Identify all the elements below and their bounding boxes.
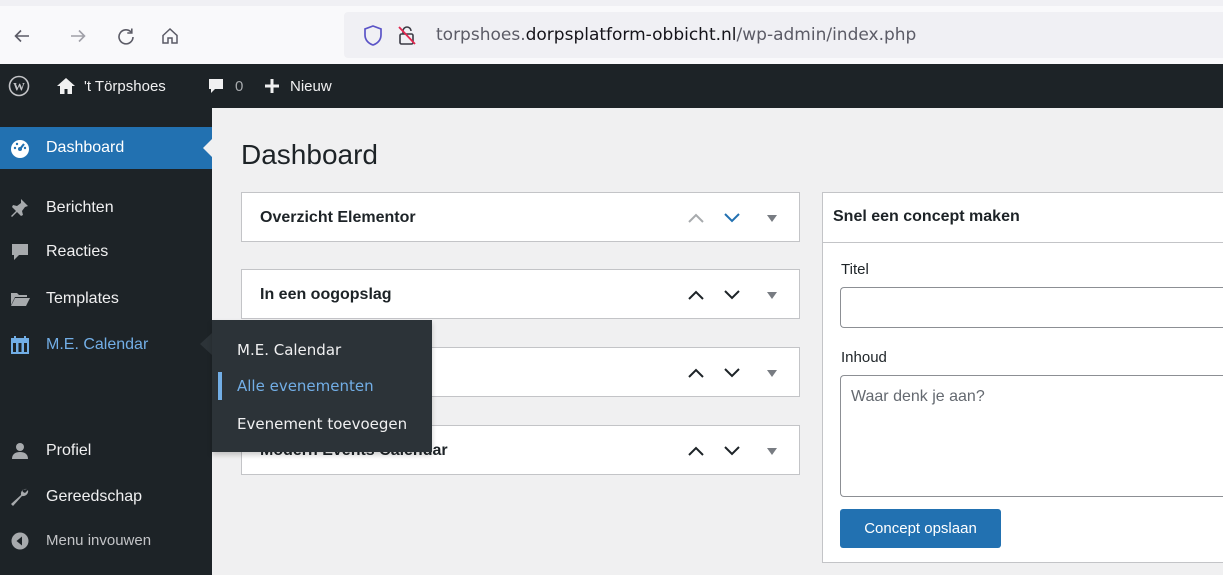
- menu-label: Berichten: [46, 199, 114, 216]
- collapse-menu-button[interactable]: Menu invouwen: [0, 520, 212, 562]
- submenu-item-evenement-toevoegen[interactable]: Evenement toevoegen: [212, 406, 432, 442]
- move-up-icon[interactable]: [685, 207, 707, 229]
- browser-toolbar: torpshoes.dorpsplatform-obbicht.nl/wp-ad…: [0, 0, 1223, 64]
- menu-item-me-calendar[interactable]: M.E. Calendar: [0, 324, 212, 366]
- submenu-item-me-calendar[interactable]: M.E. Calendar: [212, 332, 432, 368]
- draft-content-textarea[interactable]: Waar denk je aan?: [840, 375, 1223, 497]
- comments-link[interactable]: 0: [207, 64, 243, 108]
- draft-title-input[interactable]: [840, 287, 1223, 328]
- back-arrow-icon[interactable]: [8, 22, 36, 50]
- content-placeholder: Waar denk je aan?: [851, 388, 985, 405]
- flyout-pointer: [200, 333, 212, 355]
- pin-icon: [9, 198, 31, 218]
- wrench-icon: [9, 487, 31, 507]
- url-prefix: torpshoes.: [436, 25, 526, 45]
- user-icon: [9, 441, 31, 461]
- wordpress-logo-icon[interactable]: W: [8, 64, 30, 108]
- home-icon[interactable]: [156, 22, 184, 50]
- plus-icon: [265, 79, 279, 93]
- comment-icon: [9, 242, 31, 262]
- folder-icon: [9, 289, 31, 309]
- move-down-icon[interactable]: [721, 207, 743, 229]
- move-down-icon[interactable]: [721, 440, 743, 462]
- move-down-icon[interactable]: [721, 284, 743, 306]
- new-label: Nieuw: [290, 77, 332, 95]
- widget-title: Overzicht Elementor: [260, 209, 416, 226]
- site-name: 't Törpshoes: [84, 77, 166, 95]
- content-label: Inhoud: [841, 349, 887, 366]
- move-up-icon[interactable]: [685, 362, 707, 384]
- dashboard-icon: [9, 138, 31, 158]
- forward-arrow-icon[interactable]: [64, 22, 92, 50]
- shield-icon[interactable]: [362, 24, 384, 46]
- title-label: Titel: [841, 261, 869, 278]
- submenu-item-alle-evenementen[interactable]: Alle evenementen: [212, 368, 432, 404]
- url-text[interactable]: torpshoes.dorpsplatform-obbicht.nl/wp-ad…: [436, 24, 916, 46]
- menu-item-dashboard[interactable]: Dashboard: [0, 127, 212, 169]
- save-draft-button[interactable]: Concept opslaan: [840, 509, 1001, 548]
- menu-label: Profiel: [46, 442, 92, 459]
- menu-label: Reacties: [46, 243, 109, 260]
- menu-label: Menu invouwen: [46, 532, 152, 549]
- menu-label: Dashboard: [46, 139, 125, 156]
- comment-bubble-icon: [209, 79, 223, 93]
- site-name-link[interactable]: 't Törpshoes: [56, 64, 166, 108]
- calendar-icon: [9, 335, 31, 355]
- address-bar[interactable]: torpshoes.dorpsplatform-obbicht.nl/wp-ad…: [344, 12, 1223, 58]
- me-calendar-submenu: M.E. Calendar Alle evenementen Evenement…: [212, 320, 432, 452]
- menu-label: Gereedschap: [46, 488, 143, 505]
- comments-count: 0: [235, 77, 244, 95]
- insecure-lock-icon[interactable]: [396, 24, 418, 46]
- widget-title: In een oogopslag: [260, 286, 392, 303]
- svg-text:W: W: [13, 80, 25, 94]
- url-path: /wp-admin/index.php: [736, 25, 917, 45]
- url-domain: dorpsplatform-obbicht.nl: [525, 25, 737, 45]
- widget-in-een-oogopslag: In een oogopslag: [241, 269, 800, 319]
- quick-draft-header: Snel een concept maken: [823, 193, 1223, 243]
- widget-overzicht-elementor: Overzicht Elementor: [241, 192, 800, 242]
- move-up-icon[interactable]: [685, 440, 707, 462]
- quick-draft-widget: Snel een concept maken Titel Inhoud Waar…: [822, 192, 1223, 563]
- toggle-panel-icon[interactable]: [761, 362, 783, 384]
- menu-label: Templates: [46, 290, 119, 307]
- tab-strip: [0, 0, 1223, 6]
- menu-item-reacties[interactable]: Reacties: [0, 231, 212, 273]
- new-content-link[interactable]: Nieuw: [263, 64, 332, 108]
- move-down-icon[interactable]: [721, 362, 743, 384]
- page-title: Dashboard: [241, 139, 378, 170]
- house-icon: [57, 78, 75, 94]
- menu-item-profiel[interactable]: Profiel: [0, 430, 212, 472]
- menu-label: M.E. Calendar: [46, 336, 149, 353]
- toggle-panel-icon[interactable]: [761, 284, 783, 306]
- menu-item-templates[interactable]: Templates: [0, 278, 212, 320]
- quick-draft-title: Snel een concept maken: [833, 208, 1020, 225]
- collapse-icon: [9, 531, 31, 551]
- reload-icon[interactable]: [112, 22, 140, 50]
- move-up-icon[interactable]: [685, 284, 707, 306]
- menu-item-berichten[interactable]: Berichten: [0, 187, 212, 229]
- toggle-panel-icon[interactable]: [761, 207, 783, 229]
- admin-bar: W 't Törpshoes 0 Nieuw: [0, 64, 1223, 108]
- toggle-panel-icon[interactable]: [761, 440, 783, 462]
- menu-item-gereedschap[interactable]: Gereedschap: [0, 476, 212, 518]
